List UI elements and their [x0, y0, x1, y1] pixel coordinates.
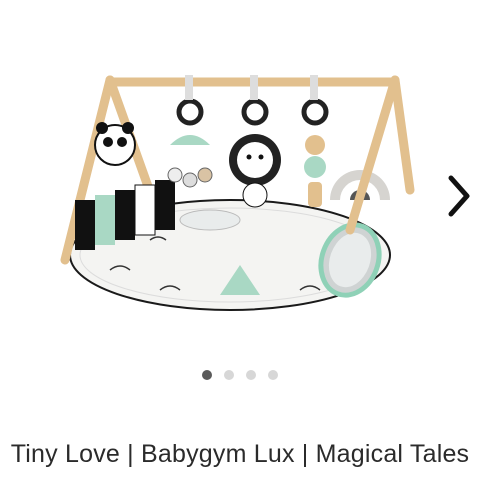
carousel-dot-4[interactable] — [268, 370, 278, 380]
hanging-toy-umbrella — [170, 135, 210, 145]
product-title: Tiny Love | Babygym Lux | Magical Tales — [10, 440, 470, 468]
next-image-button[interactable] — [440, 168, 480, 224]
carousel-dot-2[interactable] — [224, 370, 234, 380]
carousel-pagination — [0, 370, 480, 380]
chevron-right-icon — [448, 175, 470, 217]
hanging-toy-lion — [229, 134, 281, 208]
carousel-dot-1[interactable] — [202, 370, 212, 380]
product-image[interactable] — [50, 50, 420, 340]
hanging-toy-rattle — [304, 135, 326, 207]
carousel-dot-3[interactable] — [246, 370, 256, 380]
panda-toy — [94, 122, 136, 166]
product-image-carousel[interactable] — [0, 0, 480, 340]
